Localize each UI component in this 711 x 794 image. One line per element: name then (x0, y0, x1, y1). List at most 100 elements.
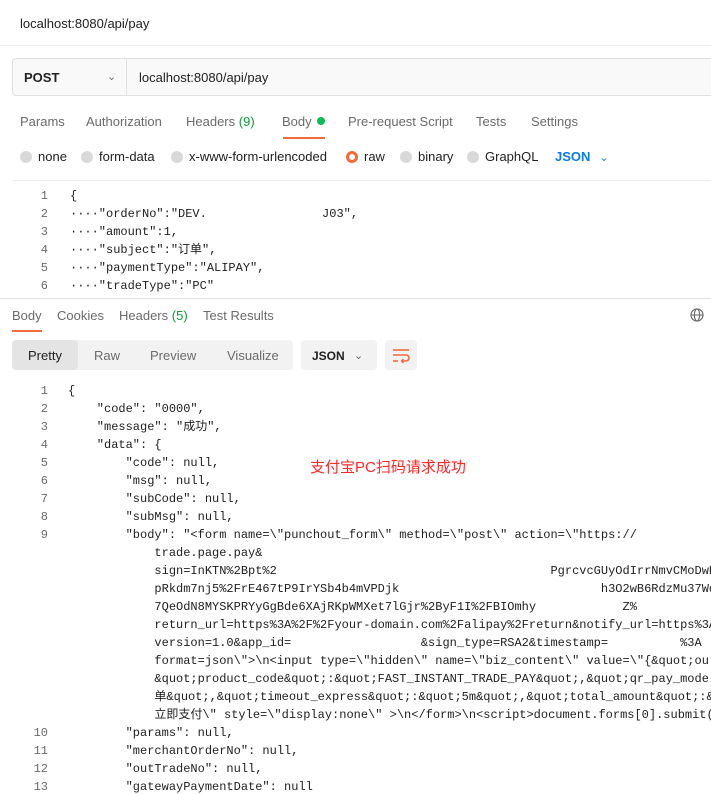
radio-binary[interactable]: binary (400, 149, 453, 164)
chevron-down-icon: ⌄ (107, 71, 117, 83)
tab-response-headers-label: Headers (119, 308, 169, 323)
code-text: "message": "成功", (68, 420, 222, 434)
chevron-down-icon: ⌄ (599, 152, 609, 164)
tab-test-results[interactable]: Test Results (203, 308, 274, 323)
code-text: 立即支付\" style=\"display:none\" >\n</form>… (68, 708, 711, 722)
code-text: ····"amount":1, (70, 225, 179, 239)
radio-icon (81, 151, 93, 163)
radio-raw-label: raw (364, 149, 385, 164)
code-text: ····"tradeType":"PC" (70, 279, 215, 293)
radio-selected-icon (346, 151, 358, 163)
annotation-text: 支付宝PC扫码请求成功 (310, 459, 466, 476)
code-text: return_url=https%3A%2F%2Fyour-domain.com… (68, 618, 711, 632)
code-text: "data": { (68, 438, 162, 452)
tab-body-label: Body (282, 114, 312, 129)
radio-form-data[interactable]: form-data (81, 149, 155, 164)
method-select[interactable]: POST ⌄ (13, 59, 127, 95)
line-number: 11 (33, 744, 48, 758)
tab-pre-request-script[interactable]: Pre-request Script (348, 114, 453, 129)
radio-raw[interactable]: raw (346, 149, 385, 164)
view-raw[interactable]: Raw (94, 348, 120, 363)
code-text: 7QeOdN8MYSKPRYyGgBde6XAjRKpWMXet7lGjr%2B… (68, 600, 637, 614)
wrap-lines-icon (393, 349, 410, 364)
line-number: 9 (40, 528, 48, 542)
code-text: 单&quot;,&quot;timeout_express&quot;:&quo… (68, 690, 711, 704)
code-text: ····"subject":"订单", (70, 243, 217, 257)
code-text: "subCode": null, (68, 492, 241, 506)
tab-cookies[interactable]: Cookies (57, 308, 104, 323)
window-title: localhost:8080/api/pay (20, 16, 150, 31)
line-number: 8 (40, 510, 48, 524)
method-label: POST (24, 70, 60, 85)
code-text: pRkdm7nj5%2FrE467tP9IrYSb4b4mVPDjk h3O2w… (68, 582, 711, 596)
radio-icon (171, 151, 183, 163)
line-number: 6 (40, 474, 48, 488)
code-text: sign=InKTN%2Bpt%2 PgrcvcGUyOdIrrNmvCMoDw… (68, 564, 711, 578)
code-text: version=1.0&app_id= &sign_type=RSA2&time… (68, 636, 702, 650)
code-text: "subMsg": null, (68, 510, 234, 524)
tab-headers-count: (9) (238, 114, 255, 129)
line-number: 4 (40, 243, 48, 257)
code-text: "body": "<form name=\"punchout_form\" me… (68, 528, 637, 542)
line-number: 2 (40, 207, 48, 221)
code-text: "code": "0000", (68, 402, 205, 416)
code-text: "gatewayPaymentDate": null (68, 780, 313, 794)
response-format-select[interactable]: JSON ⌄ (301, 340, 377, 370)
radio-icon (467, 151, 479, 163)
modified-dot-icon (316, 117, 325, 125)
request-bar: POST ⌄ localhost:8080/api/pay (12, 58, 711, 96)
radio-binary-label: binary (418, 149, 454, 164)
code-text: { (70, 189, 78, 203)
response-body-viewer[interactable]: 1 {2 "code": "0000", 3 "message": "成功", 4 "… (12, 380, 711, 794)
code-text: "code": null, (68, 456, 220, 470)
code-text: format=json\">\n<input type=\"hidden\" n… (68, 654, 709, 668)
code-text: "msg": null, (68, 474, 213, 488)
tab-params[interactable]: Params (20, 114, 65, 129)
tab-tests[interactable]: Tests (476, 114, 506, 129)
body-format-select[interactable]: JSON ⌄ (555, 149, 609, 164)
tab-body[interactable]: Body (282, 114, 325, 129)
line-number: 4 (40, 438, 48, 452)
tab-settings[interactable]: Settings (531, 114, 578, 129)
radio-none-label: none (38, 149, 67, 164)
code-text: { (68, 384, 76, 398)
tab-authorization[interactable]: Authorization (86, 114, 162, 129)
radio-form-data-label: form-data (99, 149, 155, 164)
wrap-lines-button[interactable] (385, 340, 417, 370)
pane-divider[interactable] (0, 298, 711, 299)
code-text: &quot;product_code&quot;:&quot;FAST_INST… (68, 672, 709, 686)
line-number: 1 (40, 384, 48, 398)
view-pretty[interactable]: Pretty (28, 348, 62, 363)
line-number: 1 (40, 189, 48, 203)
view-preview[interactable]: Preview (150, 348, 196, 363)
body-format-label: JSON (555, 149, 591, 164)
radio-urlencoded[interactable]: x-www-form-urlencoded (171, 149, 327, 164)
line-number: 13 (33, 780, 48, 794)
line-number: 12 (33, 762, 48, 776)
url-input[interactable]: localhost:8080/api/pay (139, 70, 268, 85)
radio-graphql[interactable]: GraphQL (467, 149, 538, 164)
radio-icon (20, 151, 32, 163)
request-body-editor[interactable]: 1 {2 ····"orderNo":"DEV. J03", 3 ····"amount… (12, 180, 711, 294)
tab-response-headers[interactable]: Headers (5) (119, 308, 188, 323)
line-number: 2 (40, 402, 48, 416)
radio-icon (400, 151, 412, 163)
line-number: 5 (40, 261, 48, 275)
view-mode-segment: Pretty Raw Preview Visualize (12, 340, 293, 370)
response-format-label: JSON (312, 349, 345, 363)
line-number: 3 (40, 420, 48, 434)
globe-icon[interactable] (690, 308, 704, 322)
tab-response-body[interactable]: Body (12, 308, 42, 323)
response-tab-indicator (12, 330, 42, 332)
active-tab-indicator (283, 137, 325, 139)
line-number: 5 (40, 456, 48, 470)
radio-urlencoded-label: x-www-form-urlencoded (189, 149, 327, 164)
view-visualize[interactable]: Visualize (227, 348, 279, 363)
code-text: ····"orderNo":"DEV. J03", (70, 207, 359, 221)
code-text: trade.page.pay& (68, 546, 263, 560)
window-titlebar: localhost:8080/api/pay (0, 0, 711, 46)
line-number: 3 (40, 225, 48, 239)
radio-none[interactable]: none (20, 149, 67, 164)
tab-headers[interactable]: Headers (9) (186, 114, 255, 129)
code-text: "outTradeNo": null, (68, 762, 263, 776)
